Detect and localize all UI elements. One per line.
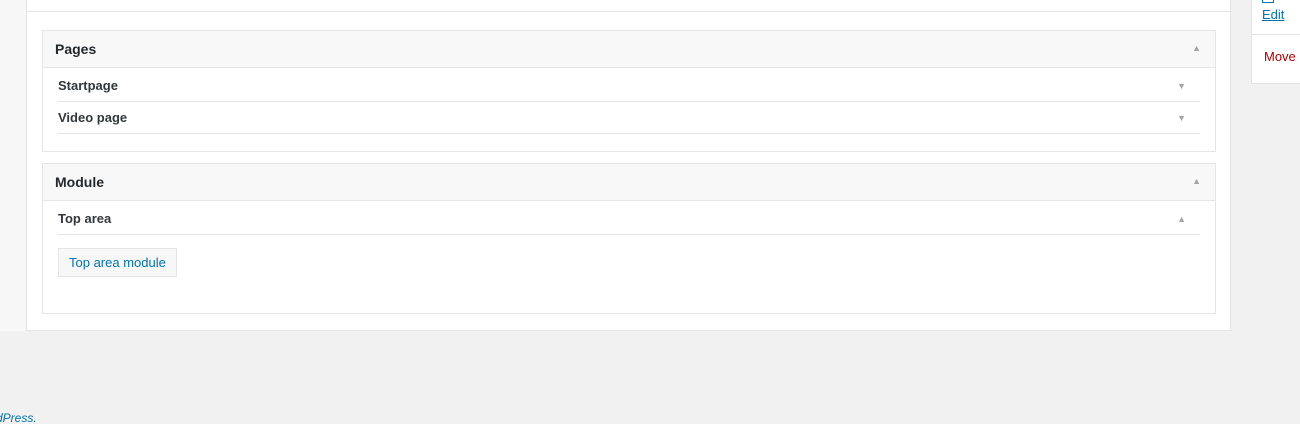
module-postbox-header[interactable]: Module ▲ xyxy=(43,164,1215,201)
page-item-startpage[interactable]: Startpage ▼ xyxy=(58,70,1200,102)
expand-triangle-down-icon[interactable]: ▼ xyxy=(1177,82,1186,91)
list-icon[interactable] xyxy=(1262,0,1274,3)
page-item-label: Video page xyxy=(58,110,128,125)
top-divider xyxy=(27,11,1230,12)
left-strip xyxy=(0,0,27,331)
module-section-top-area[interactable]: Top area ▲ xyxy=(58,203,1200,235)
edit-link[interactable]: Edit xyxy=(1262,7,1284,22)
main-content-panel: Pages ▲ Startpage ▼ Video page ▼ Module … xyxy=(0,0,1231,331)
collapse-triangle-up-icon[interactable]: ▲ xyxy=(1192,177,1201,186)
move-link[interactable]: Move xyxy=(1264,49,1296,64)
top-area-module-button[interactable]: Top area module xyxy=(58,248,177,277)
expand-triangle-down-icon[interactable]: ▼ xyxy=(1177,114,1186,123)
module-postbox-title: Module xyxy=(55,174,104,190)
module-postbox: Module ▲ Top area ▲ Top area module xyxy=(42,163,1216,314)
sidebar-divider xyxy=(1252,34,1300,35)
collapse-triangle-up-icon[interactable]: ▲ xyxy=(1177,215,1186,224)
footer-credit-text[interactable]: dPress. xyxy=(0,411,37,424)
module-section-label: Top area xyxy=(58,211,112,226)
sidebar-box: Edit Move xyxy=(1251,0,1300,84)
page-item-video-page[interactable]: Video page ▼ xyxy=(58,102,1200,134)
page-item-label: Startpage xyxy=(58,78,118,93)
pages-postbox-header[interactable]: Pages ▲ xyxy=(43,31,1215,68)
pages-postbox: Pages ▲ Startpage ▼ Video page ▼ xyxy=(42,30,1216,152)
pages-postbox-title: Pages xyxy=(55,41,97,57)
collapse-triangle-up-icon[interactable]: ▲ xyxy=(1192,44,1201,53)
